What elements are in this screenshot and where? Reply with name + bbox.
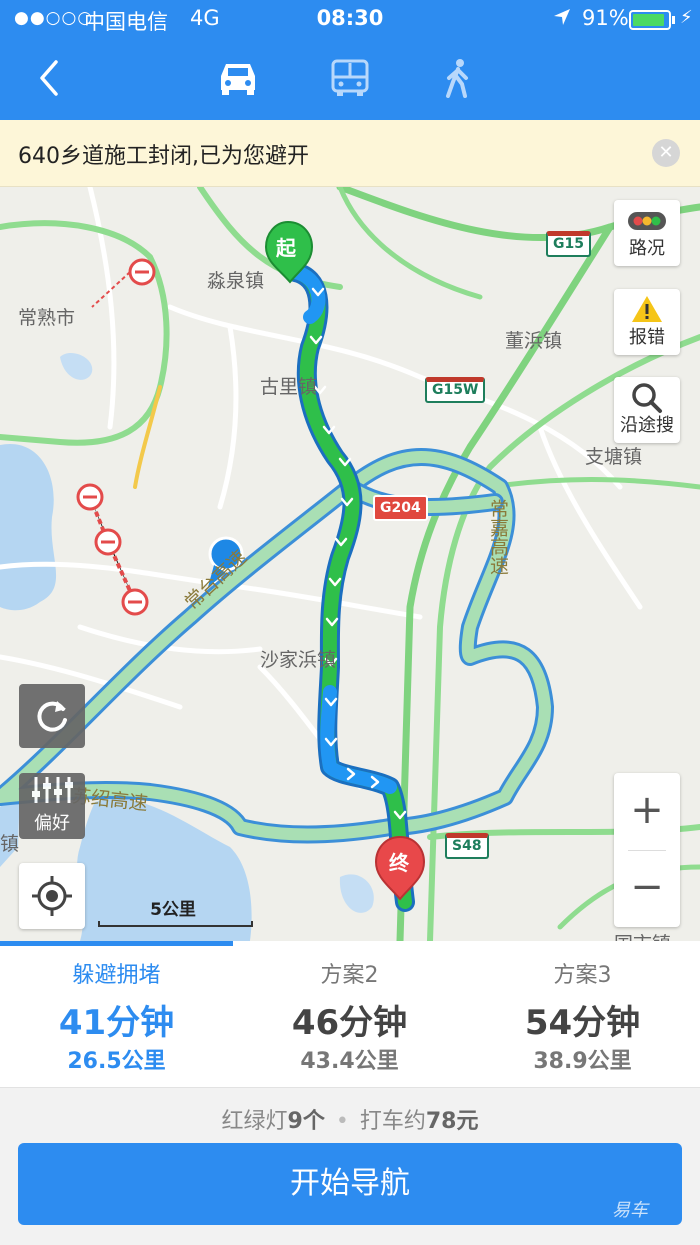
traffic-lights-prefix: 红绿灯 [221,1109,288,1134]
preference-label: 偏好 [34,813,70,834]
bus-icon [331,59,369,96]
route-name: 方案2 [320,963,379,988]
map-scale: 5公里 [98,895,253,929]
warning-icon [632,296,662,322]
route-name: 方案3 [553,963,612,988]
start-marker[interactable]: 起 [276,232,296,261]
report-error-button[interactable]: 报错 [614,289,680,355]
road-label-changjia: 常嘉高速 [487,499,509,575]
route-time: 54分钟 [524,1003,641,1043]
route-summary: 红绿灯9个 • 打车约78元 [0,1103,700,1135]
route-option-2[interactable]: 方案2 46分钟 43.4公里 [233,941,466,1088]
watermark-logo: 易车 [612,1200,648,1221]
battery-icon [629,10,671,30]
highway-shield-g15: G15 [546,231,591,257]
route-distance: 38.9公里 [533,1049,632,1074]
highway-shield-g15w: G15W [425,377,486,403]
place-label: 常熟市 [18,307,76,329]
route-option-1[interactable]: 躲避拥堵 41分钟 26.5公里 [0,941,233,1088]
crosshair-icon [32,876,72,916]
traffic-label: 路况 [629,238,665,259]
walk-icon [446,59,468,98]
national-road-g204: G204 [373,495,428,521]
taxi-price: 78元 [425,1109,479,1134]
car-icon [221,64,255,95]
back-chevron-icon[interactable] [30,56,70,100]
search-icon [632,383,662,413]
search-along-label: 沿途搜 [620,415,674,436]
refresh-button[interactable] [19,684,85,748]
tab-walk[interactable] [428,54,488,102]
zoom-in-button[interactable]: + [614,773,680,850]
route-options: 躲避拥堵 41分钟 26.5公里 方案2 46分钟 43.4公里 方案3 54分… [0,941,700,1088]
notice-text: 640乡道施工封闭,已为您避开 [18,144,309,169]
close-icon[interactable]: ✕ [652,139,680,167]
place-label: 国市镇 [614,929,671,941]
zoom-out-button[interactable]: − [614,850,680,927]
route-map[interactable]: 常熟市 淼泉镇 古里镇 董浜镇 支塘镇 沙家浜镇 国市镇 镇 G15 G15W … [0,187,700,941]
header-bar: ●●○○○ 中国电信 4G 08:30 91% ⚡ [0,0,700,120]
traffic-lights-count: 9个 [287,1109,325,1134]
zoom-control: + − [614,773,680,927]
battery-cap [672,16,675,24]
route-option-3[interactable]: 方案3 54分钟 38.9公里 [466,941,699,1088]
search-along-button[interactable]: 沿途搜 [614,377,680,443]
place-label: 古里镇 [260,376,318,398]
scale-bar [98,921,253,927]
place-label: 沙家浜镇 [260,649,337,671]
route-name: 躲避拥堵 [72,963,161,988]
place-label: 支塘镇 [585,446,643,468]
tab-bus[interactable] [320,54,380,102]
end-marker[interactable]: 终 [389,847,409,876]
route-time: 41分钟 [58,1003,175,1043]
start-navigation-button[interactable]: 开始导航 [18,1143,682,1225]
place-label: 镇 [0,833,20,855]
map-base-layer [0,187,700,941]
battery-percent: 91% [582,6,629,30]
place-label: 董浜镇 [505,330,563,352]
route-time: 46分钟 [291,1003,408,1043]
traffic-light-icon [628,212,666,230]
separator-dot: • [335,1109,349,1134]
scale-label: 5公里 [150,900,196,920]
place-label: 淼泉镇 [207,270,265,292]
highway-shield-s48: S48 [445,833,489,859]
preference-button[interactable]: 偏好 [19,773,85,839]
refresh-icon [37,701,67,732]
location-arrow-icon [552,7,572,32]
status-bar: ●●○○○ 中国电信 4G 08:30 91% ⚡ [0,0,700,40]
taxi-prefix: 打车约 [359,1109,426,1134]
charging-icon: ⚡ [680,7,693,28]
traffic-button[interactable]: 路况 [614,200,680,266]
route-distance: 43.4公里 [300,1049,399,1074]
locate-me-button[interactable] [19,863,85,929]
construction-notice: 640乡道施工封闭,已为您避开 ✕ [0,120,700,187]
sliders-icon [32,777,73,803]
report-label: 报错 [629,327,665,348]
route-distance: 26.5公里 [67,1049,166,1074]
tab-car[interactable] [208,54,268,102]
